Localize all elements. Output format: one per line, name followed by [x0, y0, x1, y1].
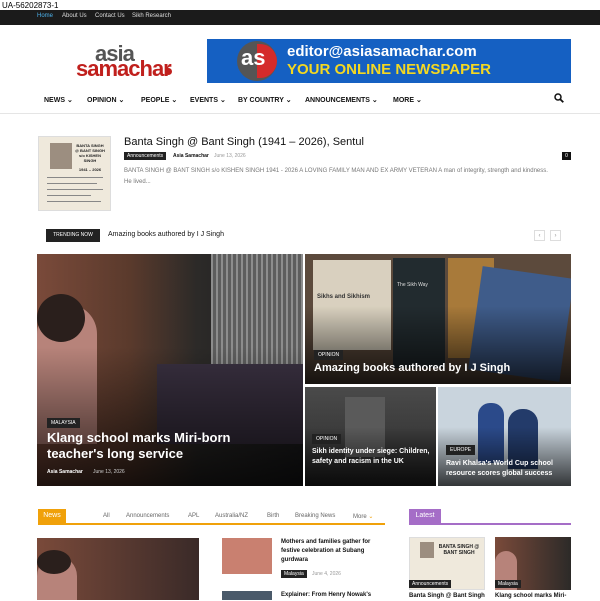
tile-category-badge[interactable]: OPINION [314, 350, 344, 360]
logo-samachar: samachar [76, 56, 172, 81]
logo-dot [165, 68, 172, 75]
tile-category-badge[interactable]: EUROPE [446, 445, 476, 455]
filter-birth[interactable]: Birth [267, 513, 279, 519]
filter-more-label: More [353, 514, 367, 520]
featured-date: June 13, 2026 [214, 153, 246, 159]
featured-portrait [50, 143, 72, 169]
nav-item-events[interactable]: EVENTS ⌄ [190, 96, 226, 104]
news-item-date: June 4, 2026 [312, 571, 341, 577]
main-nav: NEWS ⌄ OPINION ⌄ PEOPLE ⌄ EVENTS ⌄ BY CO… [0, 87, 600, 114]
featured-thumbnail[interactable]: BANTA SINGH @ BANT SINGH s/o KISHEN SING… [38, 136, 111, 211]
news-item-title[interactable]: Explainer: From Henry Nowak's [281, 591, 391, 600]
book-title: Sikhs and Sikhism [317, 294, 371, 300]
chevron-down-icon: ⌄ [368, 514, 374, 520]
banner-email: editor@asiasamachar.com [287, 43, 477, 60]
news-item-title[interactable]: Mothers and families gather for festive … [281, 538, 385, 565]
topbar-link-home[interactable]: Home [37, 13, 53, 19]
featured-title[interactable]: Banta Singh @ Bant Singh (1941 – 2026), … [124, 136, 364, 148]
top-bar: Home About Us Contact Us Sikh Research [0, 10, 600, 25]
tile-category-badge[interactable]: OPINION [312, 434, 342, 444]
grid-tile-main[interactable]: MALAYSIA Klang school marks Miri-born te… [37, 254, 303, 486]
nav-label: OPINION [87, 97, 117, 104]
card-line [47, 195, 91, 196]
tile-date: June 13, 2026 [93, 469, 125, 475]
tile-category-badge[interactable]: MALAYSIA [47, 418, 80, 428]
grid-tile-bottom-left[interactable]: OPINION Sikh identity under siege: Child… [305, 387, 436, 486]
trending-next-button[interactable]: › [550, 230, 561, 241]
nav-label: MORE [393, 97, 414, 104]
comment-count-badge[interactable]: 0 [562, 152, 571, 160]
card-line [47, 183, 97, 184]
trending-headline[interactable]: Amazing books authored by I J Singh [108, 231, 224, 238]
banner-badge: as [241, 45, 266, 70]
nav-label: EVENTS [190, 97, 219, 104]
latest-card-text: BANTA SINGH @ BANT SINGH [438, 544, 480, 556]
card-line [47, 189, 103, 190]
nav-label: PEOPLE [141, 97, 170, 104]
latest-section-label: Latest [409, 509, 441, 523]
nav-item-people[interactable]: PEOPLE ⌄ [141, 96, 177, 104]
nav-item-more[interactable]: MORE ⌄ [393, 96, 422, 104]
card-line [47, 201, 101, 202]
nav-item-by-country[interactable]: BY COUNTRY ⌄ [238, 96, 292, 104]
header-banner-ad[interactable]: as editor@asiasamachar.com YOUR ONLINE N… [207, 39, 571, 83]
trending-prev-button[interactable]: ‹ [534, 230, 545, 241]
grid-tile-bottom-right[interactable]: EUROPE Ravi Khalsa's World Cup school re… [438, 387, 571, 486]
nav-label: ANNOUNCEMENTS [305, 97, 370, 104]
nav-item-news[interactable]: NEWS ⌄ [44, 96, 73, 104]
featured-card-years: 1941 – 2026 [78, 167, 102, 172]
news-item-category[interactable]: Malaysia [281, 570, 307, 578]
nav-item-announcements[interactable]: ANNOUNCEMENTS ⌄ [305, 96, 378, 104]
hair-shape [37, 294, 85, 342]
nav-label: BY COUNTRY [238, 97, 284, 104]
tile-title[interactable]: Amazing books authored by I J Singh [314, 362, 510, 374]
tile-title[interactable]: Klang school marks Miri-born teacher's l… [47, 430, 277, 462]
topbar-link-sikh-research[interactable]: Sikh Research [132, 13, 171, 19]
filter-apl[interactable]: APL [188, 513, 199, 519]
latest-item-category[interactable]: Announcements [409, 580, 452, 588]
filter-more[interactable]: More ⌄ [353, 513, 373, 520]
tile-title[interactable]: Ravi Khalsa's World Cup school resource … [446, 459, 568, 479]
filter-all[interactable]: All [103, 513, 110, 519]
latest-item-category[interactable]: Malaysia [495, 580, 521, 588]
featured-author[interactable]: Asia Samachar [173, 153, 209, 159]
news-lead-image[interactable] [37, 538, 199, 600]
nav-item-opinion[interactable]: OPINION ⌄ [87, 96, 124, 104]
grid-tile-top-right[interactable]: Sikhs and Sikhism The Sikh Way OPINION A… [305, 254, 571, 384]
filter-announcements[interactable]: Announcements [126, 513, 169, 519]
tile-title[interactable]: Sikh identity under siege: Children, saf… [312, 447, 432, 467]
book-title: The Sikh Way [397, 282, 428, 288]
filter-australia-nz[interactable]: Australia/NZ [215, 513, 248, 519]
banner-tagline: YOUR ONLINE NEWSPAPER [287, 61, 491, 78]
hair-shape [37, 550, 71, 574]
tile-shade [37, 346, 303, 486]
topbar-link-about[interactable]: About Us [62, 13, 87, 19]
search-icon[interactable] [554, 93, 564, 103]
trending-label: TRENDING NOW [46, 229, 100, 242]
news-item-thumbnail[interactable] [222, 591, 272, 600]
nav-label: NEWS [44, 97, 65, 104]
site-logo[interactable]: asia samachar [76, 43, 174, 81]
tile-author[interactable]: Asia Samachar [47, 469, 83, 475]
topbar-link-contact[interactable]: Contact Us [95, 13, 125, 19]
featured-excerpt: BANTA SINGH @ BANT SINGH s/o KISHEN SING… [124, 168, 548, 185]
news-item-thumbnail[interactable] [222, 538, 272, 574]
featured-category-badge[interactable]: Announcements [124, 152, 167, 160]
news-section-label: News [38, 509, 66, 523]
featured-card-text: BANTA SINGH @ BANT SINGH s/o KISHEN SING… [75, 143, 105, 163]
portrait-shape [420, 542, 434, 558]
filter-breaking-news[interactable]: Breaking News [295, 513, 335, 519]
card-line [47, 177, 103, 178]
